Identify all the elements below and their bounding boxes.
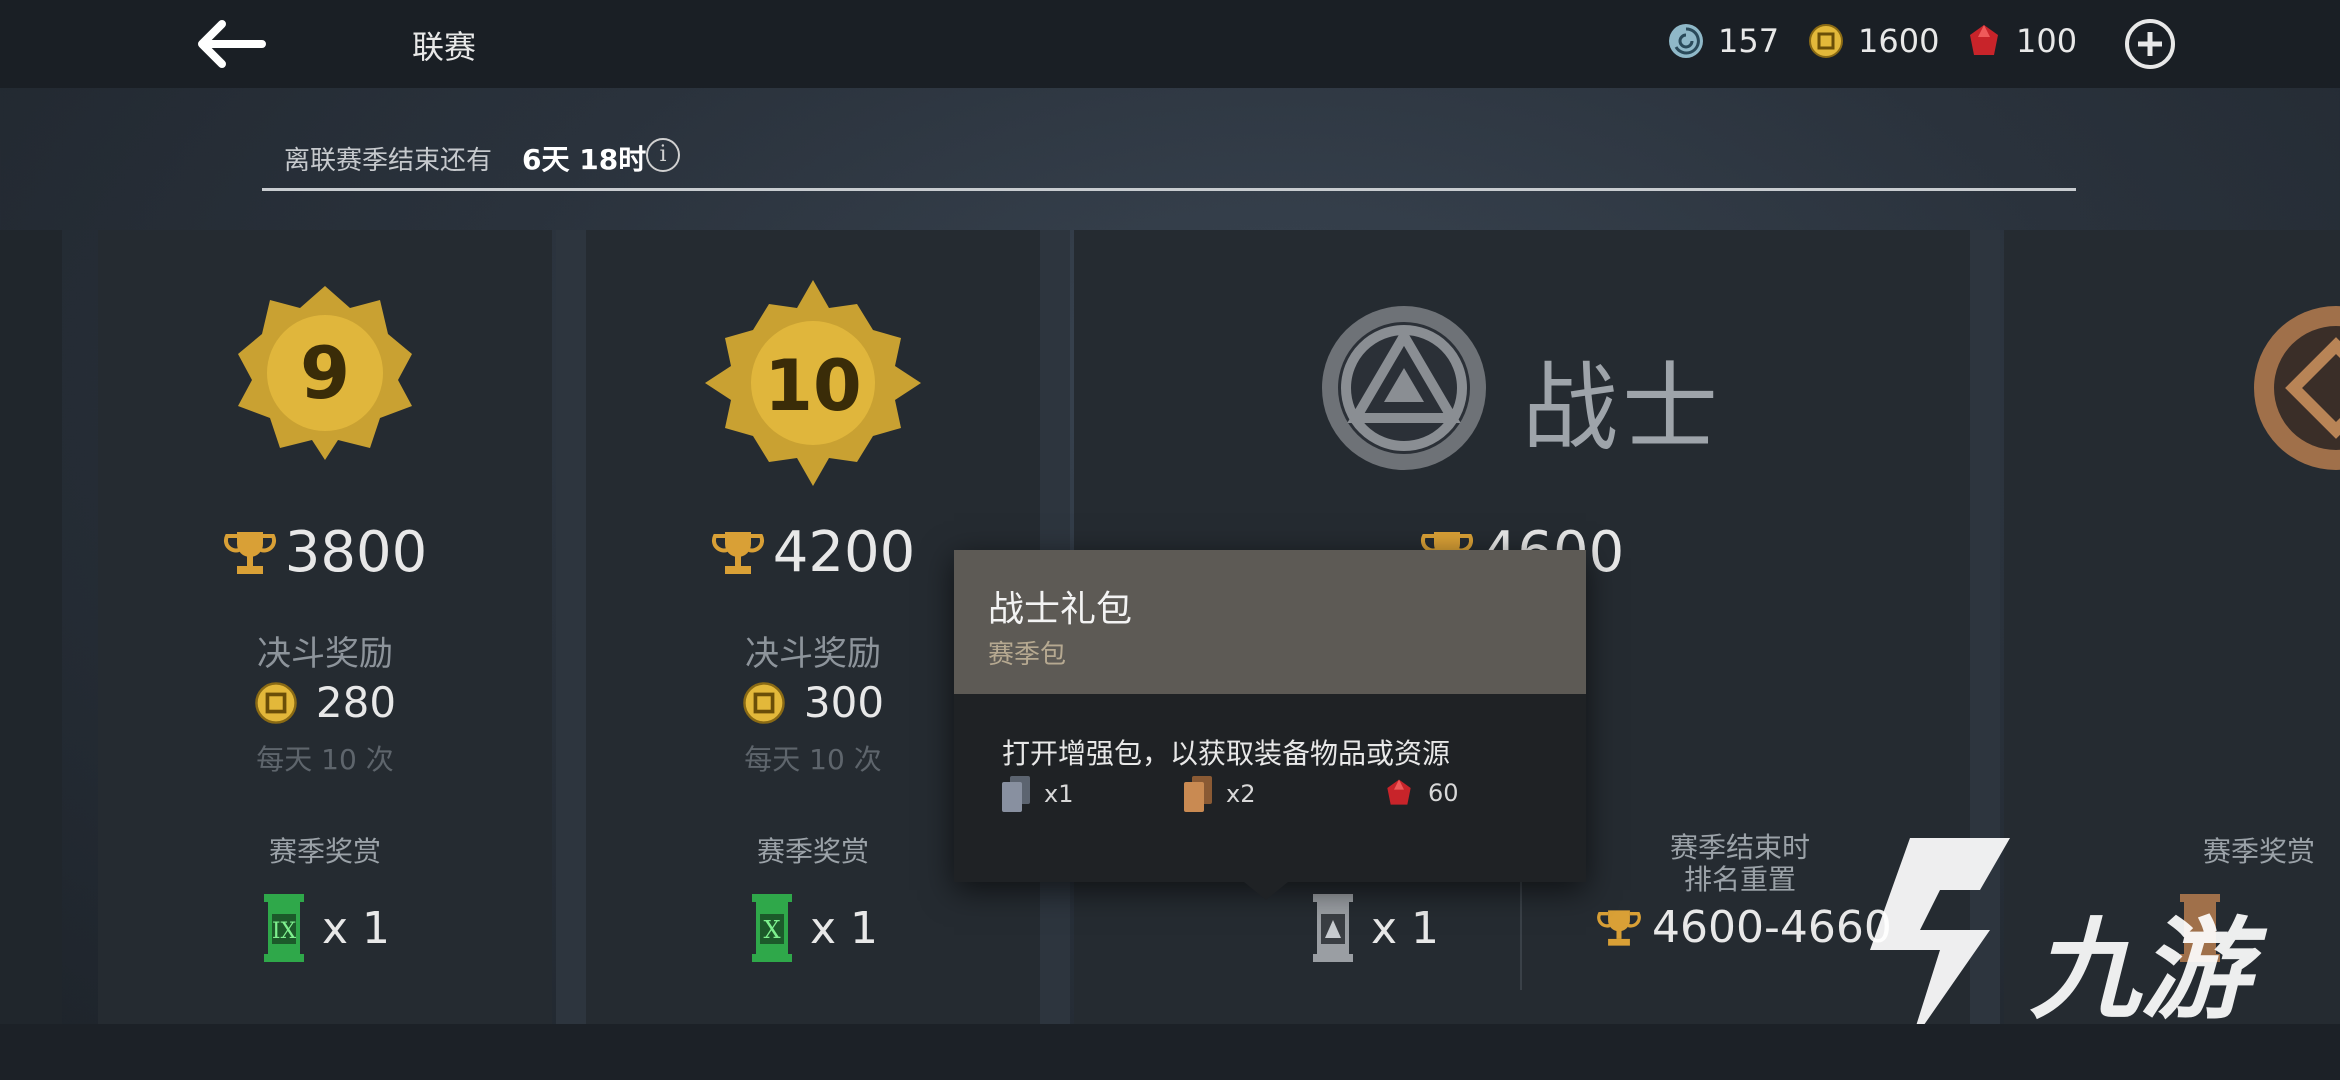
- currency-spiral: 157: [1668, 22, 1779, 60]
- green-scroll-icon: IX: [263, 894, 304, 962]
- season-reward-label: 赛季奖赏: [268, 835, 381, 868]
- tooltip-pointer: [1244, 882, 1288, 900]
- spiral-token-icon: [1669, 24, 1703, 58]
- currency-spiral-value: 157: [1718, 22, 1780, 60]
- trophy-threshold: 3800: [98, 520, 552, 585]
- bronze-emblem-icon: [2254, 306, 2340, 470]
- pack-item-qty: 60: [1428, 779, 1459, 807]
- pack-item-qty: x2: [1226, 780, 1256, 808]
- coin-amount: 280: [315, 678, 397, 727]
- watermark-text: 九游: [2030, 906, 2250, 1034]
- ruby-gem-icon: [1970, 25, 1998, 55]
- svg-text:10: 10: [764, 345, 861, 427]
- season-reward[interactable]: x 1: [1244, 892, 1504, 964]
- gold-coin-icon: [255, 681, 297, 724]
- daily-limit: 每天 10 次: [256, 743, 394, 776]
- tooltip-title: 战士礼包: [988, 589, 1133, 630]
- gray-card-icon: [1002, 776, 1030, 812]
- currency-gold-value: 1600: [1858, 22, 1940, 60]
- card-gap-left: [0, 230, 62, 1024]
- bottom-bar: [0, 1024, 2340, 1080]
- plus-circle-icon: [2125, 19, 2175, 69]
- info-icon[interactable]: i: [646, 138, 680, 172]
- green-scroll-icon: X: [751, 894, 792, 962]
- warrior-emblem-icon: [1322, 306, 1486, 470]
- bronze-card-icon: [1184, 776, 1212, 812]
- trophy-icon: [223, 531, 276, 574]
- pack-item: x1: [1002, 776, 1073, 812]
- jiuyou-logo-icon: [1870, 838, 2010, 1045]
- season-timer-label: 离联赛季结束还有: [284, 146, 493, 176]
- tier-card-9[interactable]: 9 3800 决斗奖励 280 每天 10 次 赛季奖赏 IX x 1: [98, 230, 552, 1024]
- scroll-glyph: X: [763, 916, 780, 944]
- season-reward[interactable]: X x 1: [586, 892, 1040, 964]
- currency-ruby-value: 100: [2016, 22, 2078, 60]
- season-reward[interactable]: IX x 1: [98, 892, 552, 964]
- tooltip-description: 打开增强包，以获取装备物品或资源: [1002, 737, 1451, 770]
- rank-10-emblem-icon: 10: [705, 280, 921, 486]
- back-arrow-icon: [198, 20, 266, 68]
- pack-tooltip: 战士礼包 赛季包 打开增强包，以获取装备物品或资源 x1 x2 60: [954, 550, 1586, 900]
- currency-gold: 1600: [1808, 22, 1939, 60]
- gray-scroll-icon: [1312, 894, 1353, 962]
- card-gap: [556, 230, 586, 1024]
- trophy-count: 3800: [284, 520, 428, 585]
- pack-item: 60: [1384, 776, 1459, 810]
- tooltip-contents: x1 x2 60: [1002, 776, 1542, 826]
- gold-coin-icon: [743, 681, 785, 724]
- currency-ruby: 100: [1966, 22, 2077, 60]
- back-button[interactable]: [190, 14, 270, 74]
- coin-amount: 300: [803, 678, 885, 727]
- season-timer-value: 6天 18时: [522, 143, 647, 176]
- duel-coin-reward: 280: [98, 678, 552, 727]
- season-timer: 离联赛季结束还有 6天 18时 i: [262, 134, 2076, 191]
- reward-qty: x 1: [1370, 902, 1440, 954]
- ruby-gem-icon: [1387, 779, 1411, 805]
- trophy-icon: [711, 531, 764, 574]
- trophy-icon: [1597, 909, 1641, 946]
- add-currency-button[interactable]: [2124, 18, 2176, 70]
- pack-item-qty: x1: [1044, 780, 1074, 808]
- scroll-glyph: IX: [272, 919, 297, 944]
- reward-qty: x 1: [809, 902, 879, 954]
- duel-reward-label: 决斗奖励: [257, 634, 393, 674]
- tooltip-subtitle: 赛季包: [988, 640, 1067, 670]
- reward-qty: x 1: [321, 902, 391, 954]
- reset-range: 4600-4660: [1596, 902, 1892, 953]
- rank-name: 战士: [1522, 352, 1722, 464]
- pack-item: x2: [1184, 776, 1255, 812]
- page-title: 联赛: [412, 28, 477, 66]
- rank-9-emblem-icon: 9: [238, 286, 412, 460]
- svg-text:9: 9: [300, 331, 350, 415]
- gold-coin-icon: [1809, 24, 1843, 58]
- trophy-count: 4200: [772, 520, 916, 585]
